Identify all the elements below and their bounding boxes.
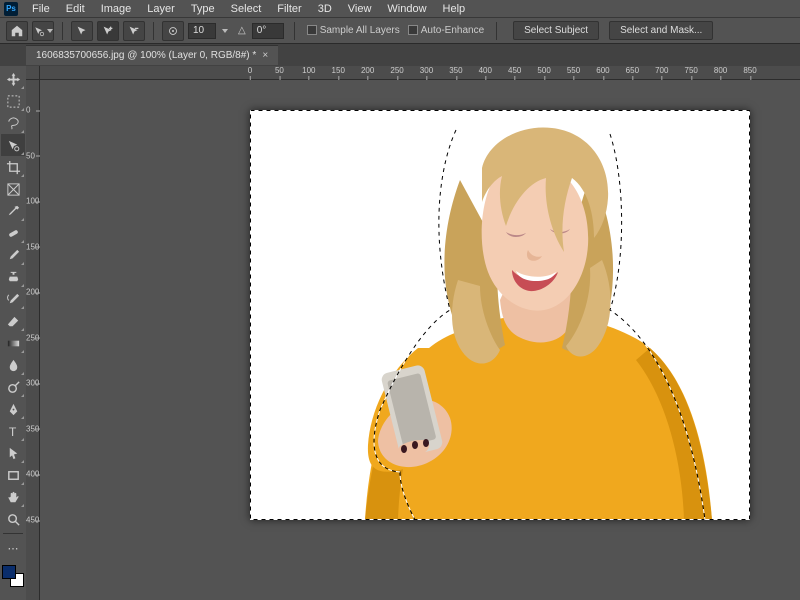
frame-tool-icon[interactable] — [1, 178, 25, 200]
eyedropper-tool-icon[interactable] — [1, 200, 25, 222]
brush-preset-icon[interactable] — [162, 21, 184, 41]
tools-panel: T ⋯ — [0, 66, 26, 600]
chevron-down-icon[interactable] — [222, 29, 228, 33]
lasso-tool-icon[interactable] — [1, 112, 25, 134]
move-tool-icon[interactable] — [1, 68, 25, 90]
eraser-tool-icon[interactable] — [1, 310, 25, 332]
ruler-origin[interactable] — [26, 66, 40, 80]
history-brush-tool-icon[interactable] — [1, 288, 25, 310]
menu-3d[interactable]: 3D — [310, 1, 340, 17]
document-tab[interactable]: 1606835700656.jpg @ 100% (Layer 0, RGB/8… — [26, 45, 278, 65]
menu-layer[interactable]: Layer — [139, 1, 183, 17]
blur-tool-icon[interactable] — [1, 354, 25, 376]
menu-file[interactable]: File — [24, 1, 58, 17]
menu-edit[interactable]: Edit — [58, 1, 93, 17]
horizontal-ruler[interactable]: 0501001502002503003504004505005506006507… — [40, 66, 800, 80]
brush-angle-input[interactable] — [252, 23, 284, 39]
svg-text:T: T — [8, 425, 16, 439]
dodge-tool-icon[interactable] — [1, 376, 25, 398]
canvas-image — [250, 110, 750, 520]
home-button[interactable] — [6, 21, 28, 41]
rectangle-tool-icon[interactable] — [1, 464, 25, 486]
document-canvas[interactable] — [250, 110, 750, 520]
brush-size-input[interactable] — [188, 23, 216, 39]
vertical-ruler[interactable]: 050100150200250300350400450 — [26, 80, 40, 600]
healing-brush-tool-icon[interactable] — [1, 222, 25, 244]
color-swatches[interactable] — [2, 565, 24, 587]
menu-type[interactable]: Type — [183, 1, 223, 17]
canvas-area: 0501001502002503003504004505005506006507… — [26, 66, 800, 600]
menu-select[interactable]: Select — [223, 1, 270, 17]
gradient-tool-icon[interactable] — [1, 332, 25, 354]
crop-tool-icon[interactable] — [1, 156, 25, 178]
quick-select-preset[interactable] — [32, 21, 54, 41]
divider — [496, 22, 497, 40]
subtract-selection-icon[interactable] — [123, 21, 145, 41]
divider — [62, 22, 63, 40]
close-tab-icon[interactable]: × — [262, 50, 268, 61]
pen-tool-icon[interactable] — [1, 398, 25, 420]
select-and-mask-button[interactable]: Select and Mask... — [609, 21, 713, 40]
menu-window[interactable]: Window — [379, 1, 434, 17]
menu-view[interactable]: View — [340, 1, 380, 17]
marquee-tool-icon[interactable] — [1, 90, 25, 112]
new-selection-icon[interactable] — [71, 21, 93, 41]
edit-toolbar-icon[interactable]: ⋯ — [1, 537, 25, 559]
divider — [153, 22, 154, 40]
select-subject-button[interactable]: Select Subject — [513, 21, 599, 40]
menubar: Ps File Edit Image Layer Type Select Fil… — [0, 0, 800, 18]
add-selection-icon[interactable] — [97, 21, 119, 41]
angle-icon: △ — [238, 25, 246, 36]
type-tool-icon[interactable]: T — [1, 420, 25, 442]
sample-all-layers-checkbox[interactable]: Sample All Layers — [307, 25, 400, 36]
hand-tool-icon[interactable] — [1, 486, 25, 508]
menu-image[interactable]: Image — [93, 1, 140, 17]
options-bar: △ Sample All Layers Auto-Enhance Select … — [0, 18, 800, 44]
zoom-tool-icon[interactable] — [1, 508, 25, 530]
auto-enhance-checkbox[interactable]: Auto-Enhance — [408, 25, 484, 36]
brush-tool-icon[interactable] — [1, 244, 25, 266]
divider — [3, 533, 23, 534]
path-selection-tool-icon[interactable] — [1, 442, 25, 464]
quick-selection-tool-icon[interactable] — [1, 134, 25, 156]
clone-stamp-tool-icon[interactable] — [1, 266, 25, 288]
app-logo: Ps — [4, 2, 18, 16]
document-tab-title: 1606835700656.jpg @ 100% (Layer 0, RGB/8… — [36, 50, 256, 61]
document-tab-bar: 1606835700656.jpg @ 100% (Layer 0, RGB/8… — [0, 44, 800, 66]
divider — [294, 22, 295, 40]
menu-help[interactable]: Help — [435, 1, 474, 17]
menu-filter[interactable]: Filter — [269, 1, 309, 17]
foreground-color-swatch[interactable] — [2, 565, 16, 579]
